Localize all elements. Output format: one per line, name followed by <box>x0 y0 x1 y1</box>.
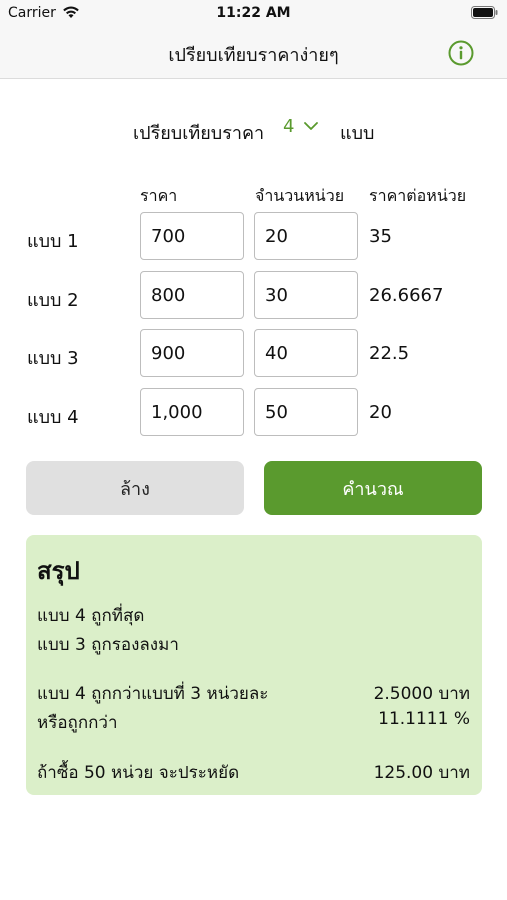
option-4-price-input[interactable] <box>140 388 244 436</box>
option-3-units-input[interactable] <box>254 329 358 377</box>
summary-cheapest: แบบ 4 ถูกที่สุด <box>37 606 145 626</box>
page-title: เปรียบเทียบราคาง่ายๆ <box>168 45 339 66</box>
chevron-down-icon <box>304 122 318 130</box>
summary-title: สรุป <box>37 557 80 585</box>
compare-label: เปรียบเทียบราคา <box>133 123 265 144</box>
summary-saving-label: ถ้าซื้อ 50 หน่วย จะประหยัด <box>37 763 240 783</box>
compare-suffix: แบบ <box>340 123 375 144</box>
clear-button[interactable]: ล้าง <box>26 461 244 515</box>
info-circle-icon[interactable] <box>448 40 474 66</box>
compare-count-row: เปรียบเทียบราคา 4 แบบ <box>0 114 507 144</box>
price-column-header: ราคา <box>140 186 178 205</box>
compare-count-value: 4 <box>283 116 295 137</box>
option-2-unit-price: 26.6667 <box>369 285 444 306</box>
calculate-button-label: คำนวณ <box>342 478 404 500</box>
option-4-unit-price: 20 <box>369 402 392 423</box>
compare-count-dropdown[interactable]: 4 <box>278 114 328 142</box>
summary-second: แบบ 3 ถูกรองลงมา <box>37 635 179 655</box>
option-3-label: แบบ 3 <box>27 348 79 369</box>
summary-diff-label: แบบ 4 ถูกกว่าแบบที่ 3 หน่วยละ <box>37 684 269 704</box>
summary-diff-value: 2.5000 บาท <box>373 684 470 704</box>
option-1-label: แบบ 1 <box>27 231 79 252</box>
summary-panel: สรุป แบบ 4 ถูกที่สุด แบบ 3 ถูกรองลงมา แบ… <box>26 535 482 795</box>
option-1-units-input[interactable] <box>254 212 358 260</box>
option-4-units-input[interactable] <box>254 388 358 436</box>
navigation-bar: เปรียบเทียบราคาง่ายๆ <box>0 28 507 79</box>
battery-icon <box>471 6 498 19</box>
status-bar: Carrier 11:22 AM <box>0 0 507 28</box>
option-3-price-input[interactable] <box>140 329 244 377</box>
screen: Carrier 11:22 AM เปรียบเทียบราคาง่ายๆ เป… <box>0 0 507 900</box>
status-time: 11:22 AM <box>216 5 291 21</box>
option-3-unit-price: 22.5 <box>369 343 410 364</box>
option-2-price-input[interactable] <box>140 271 244 319</box>
calculate-button[interactable]: คำนวณ <box>264 461 482 515</box>
option-1-price-input[interactable] <box>140 212 244 260</box>
summary-saving-value: 125.00 บาท <box>373 763 470 783</box>
summary-percent-value: 11.1111 % <box>378 709 470 729</box>
clear-button-label: ล้าง <box>120 478 150 500</box>
summary-percent-label: หรือถูกกว่า <box>37 713 118 733</box>
option-1-unit-price: 35 <box>369 226 392 247</box>
unit-price-column-header: ราคาต่อหน่วย <box>369 186 467 205</box>
option-2-units-input[interactable] <box>254 271 358 319</box>
option-4-label: แบบ 4 <box>27 407 79 428</box>
option-2-label: แบบ 2 <box>27 290 79 311</box>
units-column-header: จำนวนหน่วย <box>255 186 345 205</box>
